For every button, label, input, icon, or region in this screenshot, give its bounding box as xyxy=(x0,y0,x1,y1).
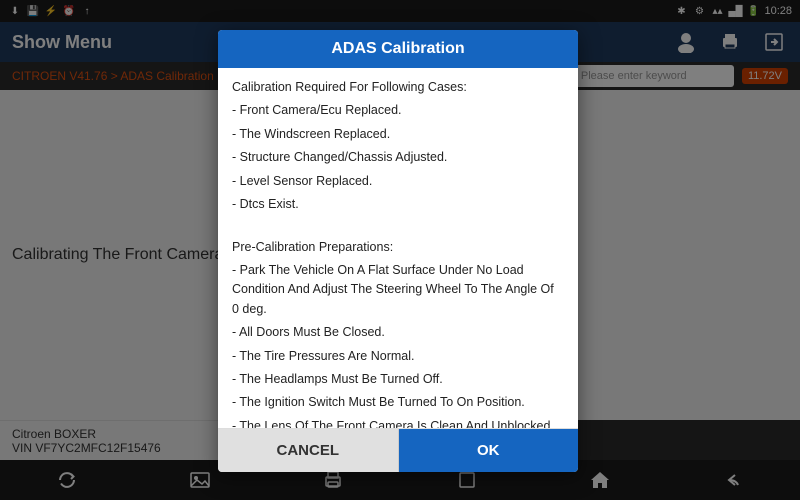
dialog-body-line: - Dtcs Exist. xyxy=(232,195,564,214)
dialog-body-line: - The Ignition Switch Must Be Turned To … xyxy=(232,393,564,412)
dialog-body-line: - Park The Vehicle On A Flat Surface Und… xyxy=(232,261,564,319)
dialog-body-line: - Front Camera/Ecu Replaced. xyxy=(232,101,564,120)
adas-dialog: ADAS Calibration Calibration Required Fo… xyxy=(218,30,578,472)
dialog-overlay: ADAS Calibration Calibration Required Fo… xyxy=(0,0,800,500)
dialog-body-line: Calibration Required For Following Cases… xyxy=(232,78,564,97)
dialog-body-line: - Level Sensor Replaced. xyxy=(232,172,564,191)
dialog-body-line: - All Doors Must Be Closed. xyxy=(232,323,564,342)
dialog-body-line: - The Windscreen Replaced. xyxy=(232,125,564,144)
ok-button[interactable]: OK xyxy=(399,429,579,472)
dialog-title: ADAS Calibration xyxy=(331,40,464,57)
dialog-footer: CANCEL OK xyxy=(218,428,578,472)
cancel-button[interactable]: CANCEL xyxy=(218,429,399,472)
dialog-body[interactable]: Calibration Required For Following Cases… xyxy=(218,68,578,428)
dialog-header: ADAS Calibration xyxy=(218,30,578,68)
dialog-body-line: Pre-Calibration Preparations: xyxy=(232,238,564,257)
dialog-body-line: - The Lens Of The Front Camera Is Clean … xyxy=(232,417,564,428)
dialog-body-line: - The Tire Pressures Are Normal. xyxy=(232,347,564,366)
dialog-body-line: - Structure Changed/Chassis Adjusted. xyxy=(232,148,564,167)
dialog-body-line: - The Headlamps Must Be Turned Off. xyxy=(232,370,564,389)
